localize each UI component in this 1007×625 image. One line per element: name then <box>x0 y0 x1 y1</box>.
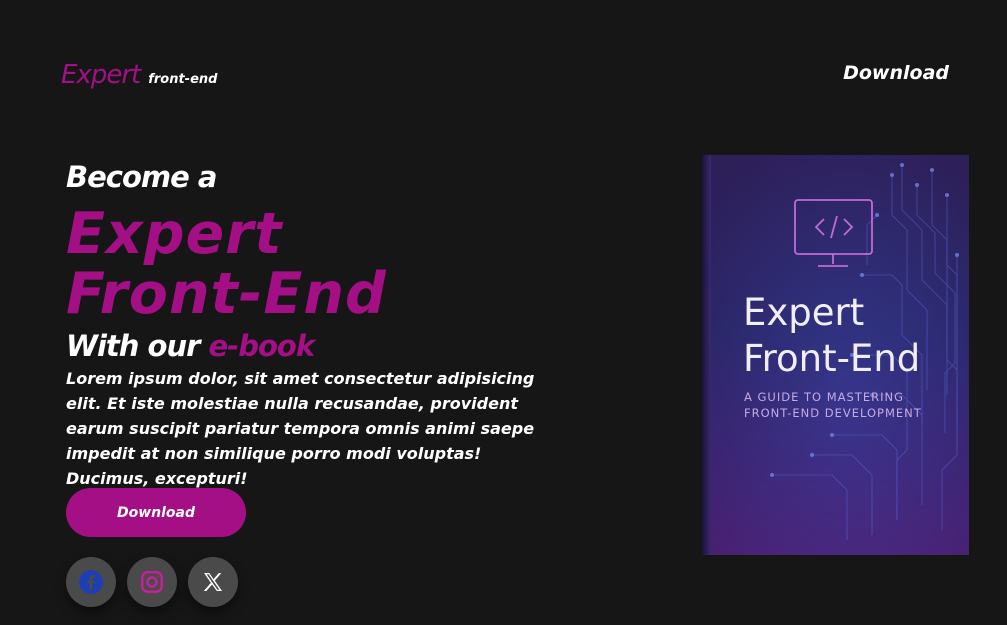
hero-description: Lorem ipsum dolor, sit amet consectetur … <box>66 369 535 488</box>
logo-sub-text: front-end <box>148 72 218 87</box>
hero-become-text: Become a <box>66 160 217 194</box>
hero-with-accent: e-book <box>208 329 316 363</box>
book-subtitle-line2: FRONT-END DEVELOPMENT <box>744 406 922 420</box>
book-title-line2: Front-End <box>743 337 921 380</box>
hero-title-line2: Front-End <box>66 261 387 327</box>
instagram-icon <box>141 571 163 593</box>
hero-with-line: With our e-book <box>66 330 566 362</box>
social-links <box>66 557 238 607</box>
instagram-link[interactable] <box>127 557 177 607</box>
book-subtitle: A GUIDE TO MASTERING FRONT-END DEVELOPME… <box>744 389 922 421</box>
book-title-line1: Expert <box>743 291 865 334</box>
hero-title: Expert Front-End <box>66 204 566 324</box>
download-button[interactable]: Download <box>66 488 246 537</box>
hero-section: Become a Expert Front-End With our e-boo… <box>66 158 566 491</box>
logo[interactable]: Expert front-end <box>61 60 217 90</box>
book-spine <box>702 155 711 555</box>
nav-download-link[interactable]: Download <box>843 62 949 84</box>
x-icon <box>203 573 222 591</box>
book-subtitle-line1: A GUIDE TO MASTERING <box>744 390 905 404</box>
hero-with-prefix: With our <box>66 329 200 363</box>
book-title: Expert Front-End <box>743 290 920 382</box>
hero-title-line1: Expert <box>66 201 283 267</box>
landing-page: Expert front-end Download Become a Exper… <box>0 0 1007 625</box>
facebook-link[interactable] <box>66 557 116 607</box>
logo-main-text: Expert <box>61 60 141 90</box>
ebook-cover: Expert Front-End A GUIDE TO MASTERING FR… <box>702 155 969 555</box>
facebook-icon <box>79 570 103 594</box>
x-link[interactable] <box>188 557 238 607</box>
